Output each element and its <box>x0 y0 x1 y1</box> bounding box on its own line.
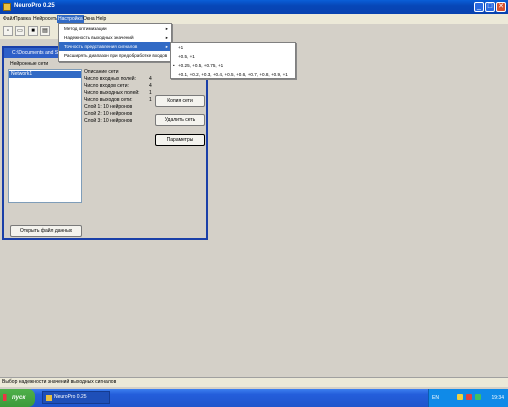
status-bar: Выбор надежности значений выходных сигна… <box>0 377 508 387</box>
app-icon <box>3 3 11 11</box>
menu-item-signal-precision[interactable]: Точность представления сигналов ▸ <box>59 42 171 51</box>
open-folder-icon[interactable]: ▭ <box>15 26 25 36</box>
maximize-button[interactable]: □ <box>485 2 495 12</box>
submenu-item[interactable]: +0.5, +1 <box>171 52 295 61</box>
menu-settings[interactable]: Настройка <box>57 15 84 23</box>
clock: 19:34 <box>491 395 504 401</box>
tray-icon[interactable] <box>466 394 472 400</box>
menu-edit[interactable]: Правка <box>14 16 31 22</box>
system-tray: EN 19:34 <box>428 389 508 407</box>
info-row: Число входов сети: 4 <box>84 83 152 89</box>
start-button[interactable]: пуск <box>0 389 35 407</box>
precision-submenu: +1 +0.5, +1 • +0.25, +0.5, +0.75, +1 +0.1… <box>170 42 296 79</box>
layer-row: Слой 3: 10 нейронов <box>84 118 133 124</box>
window-title: NeuroPro 0.25 <box>14 3 55 9</box>
language-indicator[interactable]: EN <box>432 395 439 401</box>
taskbar-app-button[interactable]: NeuroPro 0.25 <box>42 391 110 404</box>
menu-item-expand-range[interactable]: Расширять диапазон при предобработке вхо… <box>59 51 171 60</box>
menu-network[interactable]: Нейросеть <box>33 16 58 22</box>
windows-logo-icon <box>3 394 10 401</box>
info-row: Число выходных полей: 1 <box>84 90 152 96</box>
info-row: Число выходов сети: 1 <box>84 97 152 103</box>
submenu-item[interactable]: • +0.25, +0.5, +0.75, +1 <box>171 61 295 70</box>
edit-icon[interactable]: ▤ <box>40 26 50 36</box>
menu-item-optimization[interactable]: Метод оптимизации ▸ <box>59 24 171 33</box>
open-data-file-button[interactable]: Открыть файл данных <box>10 225 82 237</box>
tray-icon[interactable] <box>457 394 463 400</box>
save-icon[interactable]: ■ <box>28 26 38 36</box>
list-item[interactable]: Network1 <box>9 71 81 78</box>
chevron-right-icon: ▸ <box>165 35 168 40</box>
networks-list-label: Нейронные сети <box>10 61 49 67</box>
title-bar: NeuroPro 0.25 _ □ ✕ <box>0 0 508 14</box>
info-row: Число входных полей: 4 <box>84 76 152 82</box>
minimize-button[interactable]: _ <box>474 2 484 12</box>
radio-bullet-icon: • <box>173 63 175 68</box>
chevron-right-icon: ▸ <box>165 44 168 49</box>
new-file-icon[interactable]: ▫ <box>3 26 13 36</box>
submenu-item[interactable]: +0.1, +0.2, +0.3, +0.4, +0.5, +0.6, +0.7… <box>171 70 295 79</box>
networks-list[interactable]: Network1 <box>8 69 82 203</box>
layer-row: Слой 2: 10 нейронов <box>84 111 133 117</box>
submenu-item[interactable]: +1 <box>171 43 295 52</box>
layer-row: Слой 1: 10 нейронов <box>84 104 133 110</box>
delete-network-button[interactable]: Удалить сеть <box>155 114 205 126</box>
app-icon <box>46 395 52 401</box>
copy-network-button[interactable]: Копия сети <box>155 95 205 107</box>
tray-icon[interactable] <box>475 394 481 400</box>
menu-item-output-reliability[interactable]: Надежность выходных значений ▸ <box>59 33 171 42</box>
close-button[interactable]: ✕ <box>496 2 506 12</box>
taskbar: пуск NeuroPro 0.25 EN 19:34 <box>0 389 508 407</box>
chevron-right-icon: ▸ <box>165 26 168 31</box>
menu-windows[interactable]: Окна <box>83 16 95 22</box>
info-header: Описание сети <box>84 69 119 75</box>
menu-help[interactable]: Help <box>96 16 106 22</box>
settings-dropdown: Метод оптимизации ▸ Надежность выходных з… <box>58 23 172 62</box>
parameters-button[interactable]: Параметры <box>155 134 205 146</box>
